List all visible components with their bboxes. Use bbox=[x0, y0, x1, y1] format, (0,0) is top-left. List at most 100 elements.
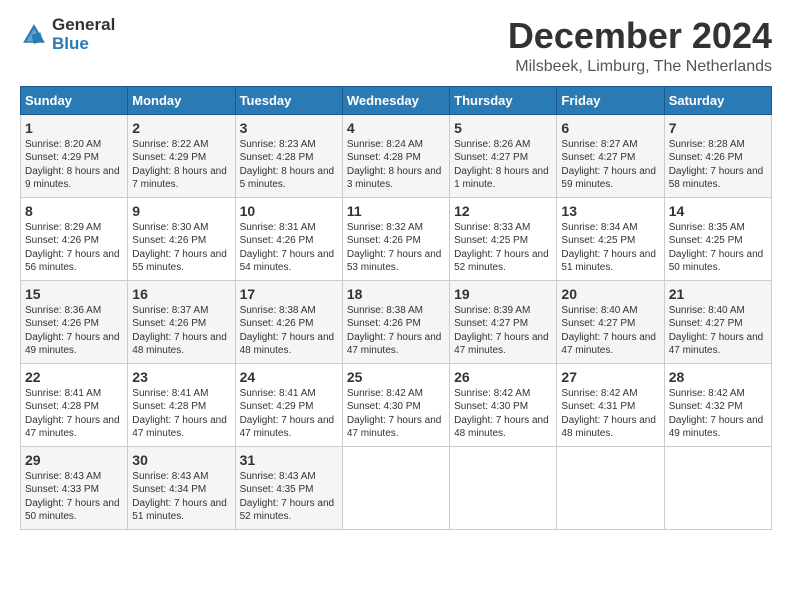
day-number: 25 bbox=[347, 369, 445, 385]
cell-content: Sunrise: 8:29 AMSunset: 4:26 PMDaylight:… bbox=[25, 221, 123, 275]
col-monday: Monday bbox=[128, 86, 235, 114]
calendar-cell: 1 Sunrise: 8:20 AMSunset: 4:29 PMDaylight… bbox=[21, 114, 128, 197]
location-subtitle: Milsbeek, Limburg, The Netherlands bbox=[508, 58, 772, 76]
calendar-cell: 24 Sunrise: 8:41 AMSunset: 4:29 PMDayligh… bbox=[235, 363, 342, 446]
day-number: 12 bbox=[454, 203, 552, 219]
day-number: 24 bbox=[240, 369, 338, 385]
day-number: 17 bbox=[240, 286, 338, 302]
calendar-cell bbox=[664, 446, 771, 529]
cell-content: Sunrise: 8:32 AMSunset: 4:26 PMDaylight:… bbox=[347, 221, 445, 275]
col-saturday: Saturday bbox=[664, 86, 771, 114]
day-number: 14 bbox=[669, 203, 767, 219]
cell-content: Sunrise: 8:40 AMSunset: 4:27 PMDaylight:… bbox=[561, 304, 659, 358]
cell-content: Sunrise: 8:43 AMSunset: 4:35 PMDaylight:… bbox=[240, 470, 338, 524]
header-row: Sunday Monday Tuesday Wednesday Thursday… bbox=[21, 86, 772, 114]
cell-content: Sunrise: 8:24 AMSunset: 4:28 PMDaylight:… bbox=[347, 138, 445, 192]
day-number: 15 bbox=[25, 286, 123, 302]
calendar-cell: 2 Sunrise: 8:22 AMSunset: 4:29 PMDaylight… bbox=[128, 114, 235, 197]
logo: General Blue bbox=[20, 16, 115, 53]
calendar-cell: 30 Sunrise: 8:43 AMSunset: 4:34 PMDayligh… bbox=[128, 446, 235, 529]
day-number: 26 bbox=[454, 369, 552, 385]
cell-content: Sunrise: 8:42 AMSunset: 4:30 PMDaylight:… bbox=[454, 387, 552, 441]
cell-content: Sunrise: 8:43 AMSunset: 4:34 PMDaylight:… bbox=[132, 470, 230, 524]
calendar-cell: 14 Sunrise: 8:35 AMSunset: 4:25 PMDayligh… bbox=[664, 197, 771, 280]
cell-content: Sunrise: 8:40 AMSunset: 4:27 PMDaylight:… bbox=[669, 304, 767, 358]
cell-content: Sunrise: 8:31 AMSunset: 4:26 PMDaylight:… bbox=[240, 221, 338, 275]
calendar-cell: 4 Sunrise: 8:24 AMSunset: 4:28 PMDaylight… bbox=[342, 114, 449, 197]
day-number: 11 bbox=[347, 203, 445, 219]
cell-content: Sunrise: 8:41 AMSunset: 4:28 PMDaylight:… bbox=[25, 387, 123, 441]
cell-content: Sunrise: 8:42 AMSunset: 4:30 PMDaylight:… bbox=[347, 387, 445, 441]
calendar-cell: 17 Sunrise: 8:38 AMSunset: 4:26 PMDayligh… bbox=[235, 280, 342, 363]
col-wednesday: Wednesday bbox=[342, 86, 449, 114]
day-number: 6 bbox=[561, 120, 659, 136]
calendar-cell: 12 Sunrise: 8:33 AMSunset: 4:25 PMDayligh… bbox=[450, 197, 557, 280]
calendar-cell: 27Sunrise: 8:42 AMSunset: 4:31 PMDayligh… bbox=[557, 363, 664, 446]
day-number: 21 bbox=[669, 286, 767, 302]
day-number: 8 bbox=[25, 203, 123, 219]
calendar-cell: 16 Sunrise: 8:37 AMSunset: 4:26 PMDayligh… bbox=[128, 280, 235, 363]
calendar-cell: 25 Sunrise: 8:42 AMSunset: 4:30 PMDayligh… bbox=[342, 363, 449, 446]
calendar-cell: 7Sunrise: 8:28 AMSunset: 4:26 PMDaylight… bbox=[664, 114, 771, 197]
calendar-week-2: 8 Sunrise: 8:29 AMSunset: 4:26 PMDaylight… bbox=[21, 197, 772, 280]
cell-content: Sunrise: 8:42 AMSunset: 4:32 PMDaylight:… bbox=[669, 387, 767, 441]
col-friday: Friday bbox=[557, 86, 664, 114]
logo-icon bbox=[20, 21, 48, 49]
logo-general: General bbox=[52, 16, 115, 35]
day-number: 4 bbox=[347, 120, 445, 136]
calendar-cell: 19 Sunrise: 8:39 AMSunset: 4:27 PMDayligh… bbox=[450, 280, 557, 363]
day-number: 30 bbox=[132, 452, 230, 468]
calendar-cell: 28 Sunrise: 8:42 AMSunset: 4:32 PMDayligh… bbox=[664, 363, 771, 446]
calendar-cell: 15 Sunrise: 8:36 AMSunset: 4:26 PMDayligh… bbox=[21, 280, 128, 363]
cell-content: Sunrise: 8:36 AMSunset: 4:26 PMDaylight:… bbox=[25, 304, 123, 358]
cell-content: Sunrise: 8:41 AMSunset: 4:29 PMDaylight:… bbox=[240, 387, 338, 441]
calendar-cell bbox=[557, 446, 664, 529]
calendar-week-5: 29Sunrise: 8:43 AMSunset: 4:33 PMDayligh… bbox=[21, 446, 772, 529]
cell-content: Sunrise: 8:20 AMSunset: 4:29 PMDaylight:… bbox=[25, 138, 123, 192]
calendar-week-1: 1 Sunrise: 8:20 AMSunset: 4:29 PMDaylight… bbox=[21, 114, 772, 197]
day-number: 19 bbox=[454, 286, 552, 302]
cell-content: Sunrise: 8:37 AMSunset: 4:26 PMDaylight:… bbox=[132, 304, 230, 358]
cell-content: Sunrise: 8:38 AMSunset: 4:26 PMDaylight:… bbox=[240, 304, 338, 358]
calendar-cell: 10Sunrise: 8:31 AMSunset: 4:26 PMDayligh… bbox=[235, 197, 342, 280]
cell-content: Sunrise: 8:30 AMSunset: 4:26 PMDaylight:… bbox=[132, 221, 230, 275]
day-number: 3 bbox=[240, 120, 338, 136]
cell-content: Sunrise: 8:33 AMSunset: 4:25 PMDaylight:… bbox=[454, 221, 552, 275]
calendar-cell: 22 Sunrise: 8:41 AMSunset: 4:28 PMDayligh… bbox=[21, 363, 128, 446]
col-tuesday: Tuesday bbox=[235, 86, 342, 114]
calendar-cell: 26 Sunrise: 8:42 AMSunset: 4:30 PMDayligh… bbox=[450, 363, 557, 446]
calendar-cell: 6Sunrise: 8:27 AMSunset: 4:27 PMDaylight… bbox=[557, 114, 664, 197]
month-title: December 2024 bbox=[508, 16, 772, 56]
logo-blue: Blue bbox=[52, 35, 115, 54]
day-number: 23 bbox=[132, 369, 230, 385]
calendar-table: Sunday Monday Tuesday Wednesday Thursday… bbox=[20, 86, 772, 530]
calendar-cell: 9Sunrise: 8:30 AMSunset: 4:26 PMDaylight… bbox=[128, 197, 235, 280]
calendar-cell: 23Sunrise: 8:41 AMSunset: 4:28 PMDayligh… bbox=[128, 363, 235, 446]
day-number: 2 bbox=[132, 120, 230, 136]
day-number: 1 bbox=[25, 120, 123, 136]
calendar-cell: 20 Sunrise: 8:40 AMSunset: 4:27 PMDayligh… bbox=[557, 280, 664, 363]
calendar-cell bbox=[342, 446, 449, 529]
day-number: 16 bbox=[132, 286, 230, 302]
calendar-cell: 13Sunrise: 8:34 AMSunset: 4:25 PMDayligh… bbox=[557, 197, 664, 280]
day-number: 29 bbox=[25, 452, 123, 468]
cell-content: Sunrise: 8:35 AMSunset: 4:25 PMDaylight:… bbox=[669, 221, 767, 275]
cell-content: Sunrise: 8:22 AMSunset: 4:29 PMDaylight:… bbox=[132, 138, 230, 192]
calendar-week-3: 15 Sunrise: 8:36 AMSunset: 4:26 PMDayligh… bbox=[21, 280, 772, 363]
logo-text: General Blue bbox=[52, 16, 115, 53]
day-number: 20 bbox=[561, 286, 659, 302]
title-area: December 2024 Milsbeek, Limburg, The Net… bbox=[508, 16, 772, 76]
page-header: General Blue December 2024 Milsbeek, Lim… bbox=[20, 16, 772, 76]
cell-content: Sunrise: 8:34 AMSunset: 4:25 PMDaylight:… bbox=[561, 221, 659, 275]
calendar-cell: 8 Sunrise: 8:29 AMSunset: 4:26 PMDaylight… bbox=[21, 197, 128, 280]
calendar-cell: 18Sunrise: 8:38 AMSunset: 4:26 PMDayligh… bbox=[342, 280, 449, 363]
calendar-cell: 31Sunrise: 8:43 AMSunset: 4:35 PMDayligh… bbox=[235, 446, 342, 529]
day-number: 22 bbox=[25, 369, 123, 385]
calendar-cell: 21 Sunrise: 8:40 AMSunset: 4:27 PMDayligh… bbox=[664, 280, 771, 363]
day-number: 5 bbox=[454, 120, 552, 136]
day-number: 18 bbox=[347, 286, 445, 302]
cell-content: Sunrise: 8:39 AMSunset: 4:27 PMDaylight:… bbox=[454, 304, 552, 358]
calendar-cell: 29Sunrise: 8:43 AMSunset: 4:33 PMDayligh… bbox=[21, 446, 128, 529]
col-thursday: Thursday bbox=[450, 86, 557, 114]
day-number: 28 bbox=[669, 369, 767, 385]
